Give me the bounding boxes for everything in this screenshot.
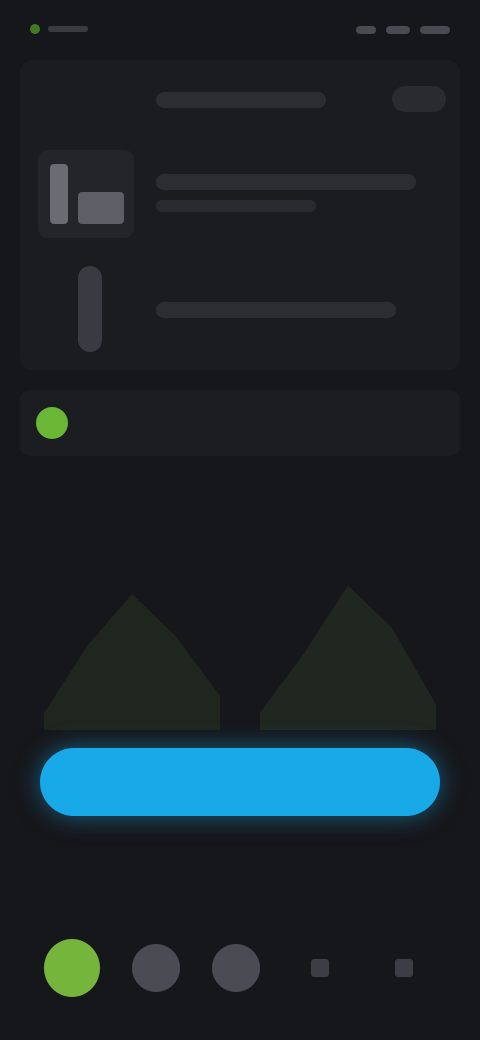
header-row-1[interactable] [20, 70, 460, 130]
header-row-3-title [156, 302, 396, 318]
nav-item-stats[interactable] [128, 940, 184, 996]
check-badge-icon [36, 407, 68, 439]
menu-icon [311, 959, 329, 977]
status-right [350, 20, 450, 40]
nav-item-menu[interactable] [292, 940, 348, 996]
status-bar [0, 0, 480, 60]
header-row-2-subtitle [156, 200, 316, 212]
battery-icon [420, 26, 450, 34]
signal-icon [356, 26, 376, 34]
settings-icon [395, 959, 413, 977]
header-row-2-title [156, 174, 416, 190]
chart [24, 540, 456, 730]
nav-item-profile[interactable] [208, 940, 264, 996]
status-left [30, 18, 100, 40]
chart-area-2 [260, 585, 436, 730]
bottom-nav [0, 910, 480, 1020]
wifi-icon [386, 26, 410, 34]
header-row-1-title [156, 92, 326, 108]
header-row-3[interactable] [20, 260, 460, 360]
stats-icon [132, 944, 180, 992]
nav-item-home[interactable] [44, 939, 100, 997]
header-row-3-thumbnail [78, 266, 102, 352]
home-icon [44, 939, 100, 997]
chart-area-1 [44, 594, 220, 730]
status-time [48, 26, 88, 32]
header-chip[interactable] [392, 86, 446, 112]
thumbnail-block-icon [78, 192, 124, 224]
nav-item-settings[interactable] [376, 940, 432, 996]
primary-button[interactable] [40, 748, 440, 816]
profile-icon [212, 944, 260, 992]
notice-row[interactable] [20, 390, 460, 456]
thumbnail-bar-icon [50, 164, 68, 224]
header-row-2-thumbnail [38, 150, 134, 238]
status-indicator-icon [30, 24, 40, 34]
header-row-2[interactable] [20, 140, 460, 250]
header-card [20, 60, 460, 370]
chart-svg [44, 585, 436, 730]
